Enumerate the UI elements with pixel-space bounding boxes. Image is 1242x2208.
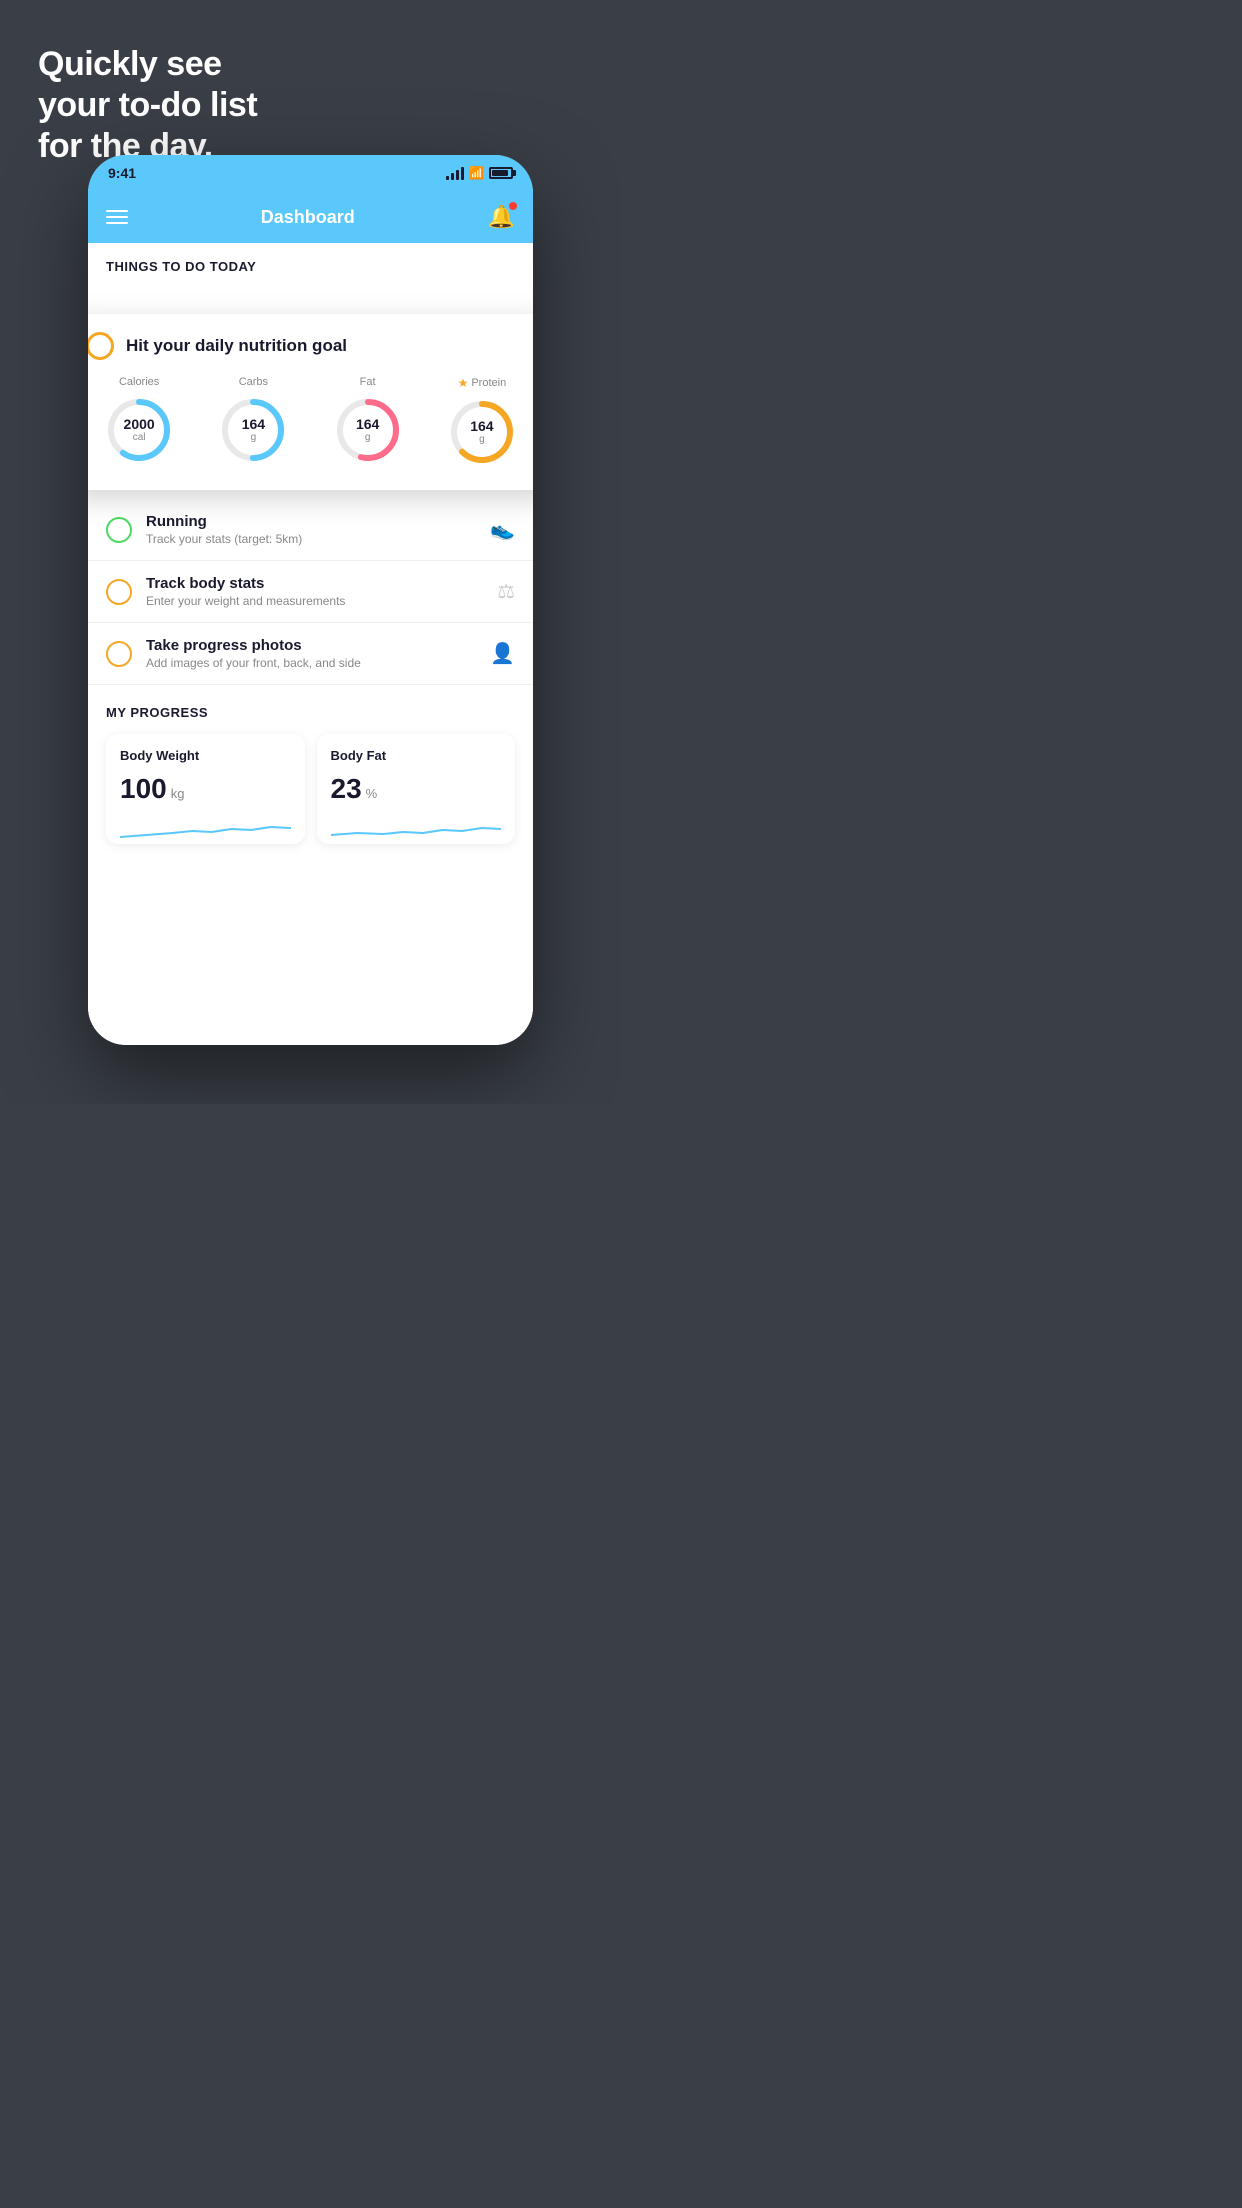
calories-value: 2000 <box>124 417 155 432</box>
body-weight-title: Body Weight <box>120 748 291 763</box>
progress-cards: Body Weight 100 kg Body Fat <box>106 734 515 844</box>
nav-title: Dashboard <box>261 207 355 228</box>
todo-desc-body-stats: Enter your weight and measurements <box>146 594 483 608</box>
nutrition-item-calories: Calories 2000 cal <box>103 376 175 466</box>
notification-bell[interactable]: 🔔 <box>488 204 515 230</box>
todo-name-body-stats: Track body stats <box>146 575 483 592</box>
headline-line1: Quickly see <box>38 45 222 83</box>
body-fat-card[interactable]: Body Fat 23 % <box>317 734 516 844</box>
protein-donut: 164 g <box>446 396 518 468</box>
protein-label: ★ Protein <box>458 376 507 390</box>
status-icons: 📶 <box>446 166 513 180</box>
body-fat-unit: % <box>366 786 378 801</box>
things-section-header: THINGS TO DO TODAY <box>88 243 533 284</box>
headline-line2: your to-do list <box>38 86 257 124</box>
calories-label: Calories <box>119 376 159 388</box>
protein-star-icon: ★ <box>458 376 469 390</box>
todo-name-running: Running <box>146 513 476 530</box>
nutrition-circle-check[interactable] <box>88 332 114 360</box>
nutrition-row: Calories 2000 cal <box>88 376 533 468</box>
body-fat-title: Body Fat <box>331 748 502 763</box>
progress-section: MY PROGRESS Body Weight 100 kg <box>88 685 533 844</box>
wifi-icon: 📶 <box>469 166 484 180</box>
todo-desc-running: Track your stats (target: 5km) <box>146 532 476 546</box>
todo-circle-body-stats <box>106 579 132 605</box>
nutrition-card: Hit your daily nutrition goal Calories <box>88 314 533 490</box>
phone-frame: 9:41 📶 Dashboard 🔔 <box>88 155 533 1045</box>
todo-text-photos: Take progress photos Add images of your … <box>146 637 476 670</box>
body-weight-unit: kg <box>171 786 185 801</box>
headline: Quickly see your to-do list for the day. <box>38 44 257 166</box>
nutrition-item-protein: ★ Protein 164 <box>446 376 518 468</box>
calories-unit: cal <box>124 432 155 443</box>
body-weight-card[interactable]: Body Weight 100 kg <box>106 734 305 844</box>
body-fat-chart <box>331 815 502 844</box>
carbs-value: 164 <box>242 417 265 432</box>
todo-name-photos: Take progress photos <box>146 637 476 654</box>
fat-value: 164 <box>356 417 379 432</box>
progress-header: MY PROGRESS <box>106 705 515 720</box>
todo-item-running[interactable]: Running Track your stats (target: 5km) 👟 <box>88 499 533 561</box>
content-area: THINGS TO DO TODAY Hit your daily nutrit… <box>88 243 533 1045</box>
body-weight-value-row: 100 kg <box>120 773 291 805</box>
body-weight-chart <box>120 815 291 844</box>
carbs-label: Carbs <box>239 376 268 388</box>
phone-mockup: 9:41 📶 Dashboard 🔔 <box>88 155 533 1045</box>
status-bar: 9:41 📶 <box>88 155 533 191</box>
fat-label: Fat <box>360 376 376 388</box>
todo-item-photos[interactable]: Take progress photos Add images of your … <box>88 623 533 685</box>
body-weight-value: 100 <box>120 773 167 805</box>
body-fat-value: 23 <box>331 773 362 805</box>
body-fat-value-row: 23 % <box>331 773 502 805</box>
todo-desc-photos: Add images of your front, back, and side <box>146 656 476 670</box>
fat-donut: 164 g <box>332 394 404 466</box>
todo-circle-photos <box>106 641 132 667</box>
todo-text-running: Running Track your stats (target: 5km) <box>146 513 476 546</box>
carbs-donut: 164 g <box>217 394 289 466</box>
card-title-row: Hit your daily nutrition goal <box>88 332 533 360</box>
hamburger-menu[interactable] <box>106 210 128 224</box>
notification-dot <box>509 202 517 210</box>
status-time: 9:41 <box>108 165 136 181</box>
nutrition-item-carbs: Carbs 164 g <box>217 376 289 466</box>
signal-icon <box>446 166 464 180</box>
todo-item-body-stats[interactable]: Track body stats Enter your weight and m… <box>88 561 533 623</box>
protein-value: 164 <box>470 419 493 434</box>
body-stats-icon: ⚖ <box>497 579 515 604</box>
calories-donut: 2000 cal <box>103 394 175 466</box>
nutrition-item-fat: Fat 164 g <box>332 376 404 466</box>
card-title: Hit your daily nutrition goal <box>126 336 347 356</box>
protein-unit: g <box>470 434 493 445</box>
todo-text-body-stats: Track body stats Enter your weight and m… <box>146 575 483 608</box>
carbs-unit: g <box>242 432 265 443</box>
todo-circle-running <box>106 517 132 543</box>
battery-icon <box>489 167 513 179</box>
photos-icon: 👤 <box>490 641 515 666</box>
fat-unit: g <box>356 432 379 443</box>
running-icon: 👟 <box>490 517 515 542</box>
nav-bar: Dashboard 🔔 <box>88 191 533 243</box>
